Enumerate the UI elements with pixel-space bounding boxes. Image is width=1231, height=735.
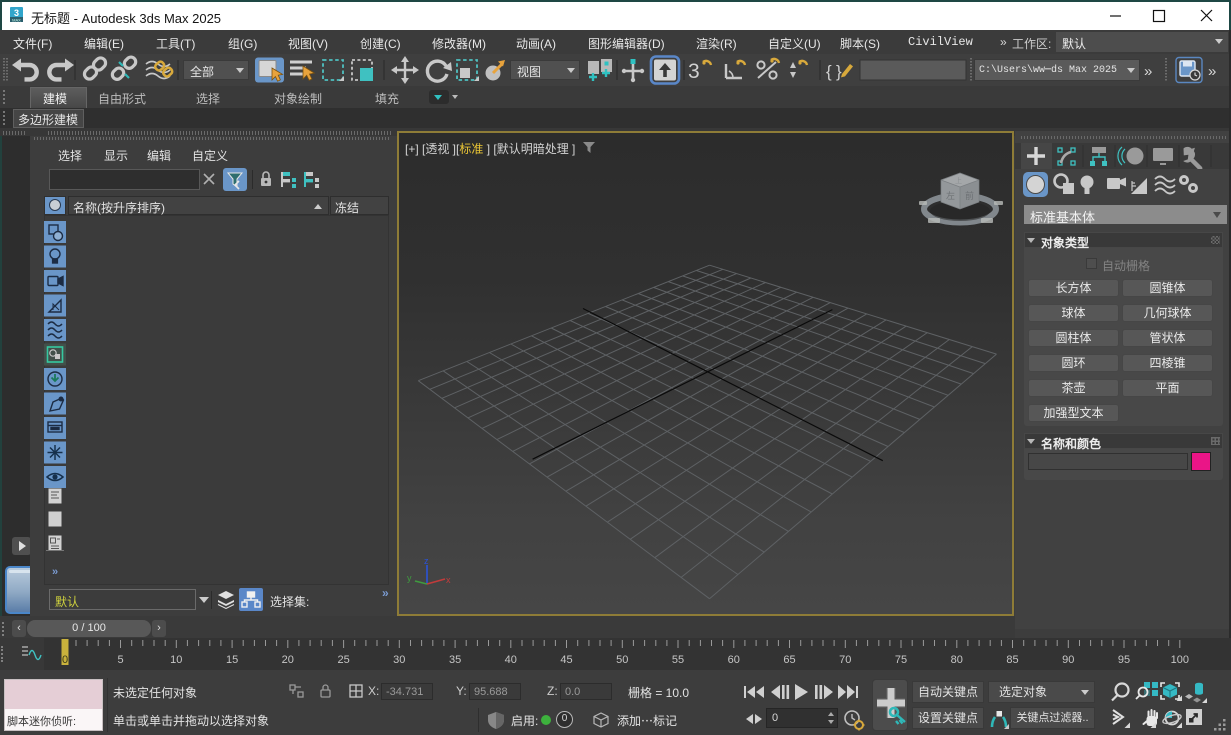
svg-text:z: z (424, 557, 429, 566)
svg-text:15: 15 (226, 654, 238, 666)
svg-text:5: 5 (117, 654, 123, 666)
svg-text:上: 上 (955, 176, 962, 185)
svg-text:»: » (1208, 63, 1216, 80)
svg-text:50: 50 (616, 654, 628, 666)
svg-text:MAX: MAX (12, 18, 21, 22)
svg-text:65: 65 (783, 654, 795, 666)
svg-text:x: x (446, 575, 451, 585)
svg-text:95: 95 (1118, 654, 1130, 666)
svg-text:40: 40 (505, 654, 517, 666)
svg-text:{: { (826, 62, 832, 81)
svg-text:25: 25 (337, 654, 349, 666)
svg-text:90: 90 (1062, 654, 1074, 666)
svg-text:»: » (1144, 63, 1152, 80)
svg-text:75: 75 (895, 654, 907, 666)
svg-text:30: 30 (393, 654, 405, 666)
svg-text:55: 55 (672, 654, 684, 666)
svg-text:100: 100 (1171, 654, 1189, 666)
svg-text:y: y (407, 573, 412, 583)
svg-text:左: 左 (946, 190, 955, 201)
svg-text:3: 3 (14, 8, 19, 18)
svg-text:20: 20 (282, 654, 294, 666)
svg-text:}: } (836, 62, 842, 81)
svg-text:3: 3 (688, 60, 700, 83)
svg-text:10: 10 (170, 654, 182, 666)
svg-text:70: 70 (839, 654, 851, 666)
svg-text:35: 35 (449, 654, 461, 666)
svg-text:前: 前 (965, 190, 974, 201)
svg-text:85: 85 (1006, 654, 1018, 666)
svg-text:60: 60 (728, 654, 740, 666)
svg-text:45: 45 (560, 654, 572, 666)
svg-text:0: 0 (62, 654, 68, 666)
svg-text:80: 80 (951, 654, 963, 666)
